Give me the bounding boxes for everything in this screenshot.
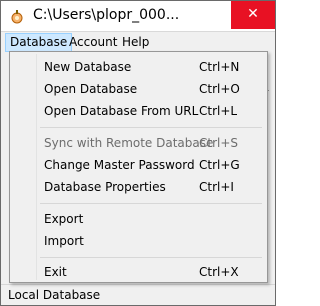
title-bar[interactable]: C:\Users\plopr_000... ✕ [1, 1, 275, 32]
database-menu-dropdown: New Database Ctrl+N Open Database Ctrl+O… [9, 51, 268, 283]
menu-item-label: Export [44, 212, 84, 226]
status-bar: Local Database [1, 284, 275, 305]
close-button[interactable]: ✕ [231, 1, 275, 29]
menu-item-shortcut: Ctrl+X [199, 265, 239, 279]
app-window: C:\Users\plopr_000... ✕ Database Account… [0, 0, 276, 306]
menu-item-import[interactable]: Import [12, 230, 265, 252]
menu-item-label: New Database [44, 60, 132, 74]
app-icon[interactable] [9, 9, 25, 25]
menu-item-shortcut: Ctrl+S [199, 136, 239, 150]
menu-separator [40, 257, 262, 258]
menu-item-sync-remote-database: Sync with Remote Database Ctrl+S [12, 132, 265, 154]
menu-item-open-database-from-url[interactable]: Open Database From URL Ctrl+L [12, 100, 265, 122]
menu-item-label: Sync with Remote Database [44, 136, 214, 150]
menu-item-label: Import [44, 234, 84, 248]
menu-item-label: Open Database [44, 82, 138, 96]
window-title: C:\Users\plopr_000... [33, 7, 180, 23]
menu-bar: Database Account Help [1, 32, 275, 52]
menu-account[interactable]: Account [65, 33, 121, 52]
menu-item-label: Database Properties [44, 180, 166, 194]
menu-item-shortcut: Ctrl+N [199, 60, 240, 74]
status-text: Local Database [8, 288, 101, 302]
menu-item-shortcut: Ctrl+O [199, 82, 240, 96]
menu-item-change-master-password[interactable]: Change Master Password Ctrl+G [12, 154, 265, 176]
menu-item-label: Open Database From URL [44, 104, 199, 118]
menu-item-new-database[interactable]: New Database Ctrl+N [12, 56, 265, 78]
menu-item-exit[interactable]: Exit Ctrl+X [12, 261, 265, 283]
menu-separator [40, 127, 262, 128]
menu-database[interactable]: Database [5, 33, 73, 52]
menu-item-shortcut: Ctrl+I [199, 180, 234, 194]
menu-item-database-properties[interactable]: Database Properties Ctrl+I [12, 176, 265, 198]
menu-item-export[interactable]: Export [12, 208, 265, 230]
menu-item-label: Exit [44, 265, 67, 279]
menu-separator [40, 203, 262, 204]
close-icon[interactable]: ✕ [247, 6, 259, 22]
menu-item-label: Change Master Password [44, 158, 195, 172]
menu-help[interactable]: Help [118, 33, 153, 52]
menu-item-shortcut: Ctrl+L [199, 104, 238, 118]
menu-item-open-database[interactable]: Open Database Ctrl+O [12, 78, 265, 100]
menu-item-shortcut: Ctrl+G [199, 158, 240, 172]
